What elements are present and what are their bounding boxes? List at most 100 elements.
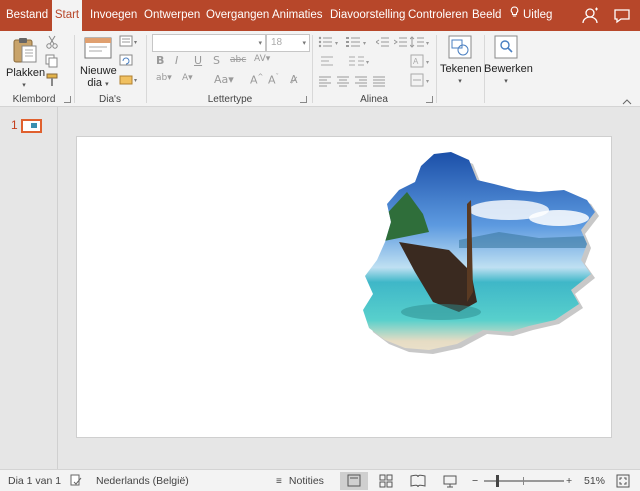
zoom-level[interactable]: 51% xyxy=(584,475,605,487)
format-painter-icon[interactable] xyxy=(45,73,59,92)
tell-me-label: Uitleg xyxy=(523,9,553,21)
slide-canvas[interactable] xyxy=(76,136,612,438)
increase-indent-icon[interactable] xyxy=(393,35,408,53)
align-right-icon[interactable] xyxy=(354,74,368,92)
normal-view-button[interactable] xyxy=(340,472,368,490)
columns-icon[interactable]: ▾ xyxy=(348,54,372,72)
beach-photo[interactable] xyxy=(359,152,599,362)
cut-icon[interactable] xyxy=(45,35,59,54)
italic-icon[interactable]: I xyxy=(175,54,178,67)
shadow-icon[interactable]: S xyxy=(213,54,220,67)
account-icon[interactable] xyxy=(580,6,600,26)
zoom-in-button[interactable]: + xyxy=(566,475,572,487)
fit-slide-icon[interactable] xyxy=(616,474,630,491)
zoom-slider-handle[interactable] xyxy=(496,475,499,487)
tell-me-box[interactable]: Uitleg xyxy=(510,0,552,31)
chevron-down-icon: ▾ xyxy=(504,78,508,85)
strikethrough-icon[interactable]: abc xyxy=(230,55,246,65)
group-label-clipboard: Klembord xyxy=(12,94,56,105)
align-left-icon[interactable] xyxy=(318,74,332,92)
svg-text:A: A xyxy=(413,57,419,66)
ribbon: Plakken ▾ Klembord Nieuwe dia ▾ ▾ ▾ Dia'… xyxy=(0,31,640,107)
svg-text:▾: ▾ xyxy=(366,60,369,66)
find-icon xyxy=(494,35,518,64)
layout-icon[interactable]: ▾ xyxy=(119,35,139,53)
clipboard-icon xyxy=(12,36,38,69)
text-direction-icon[interactable]: A ▾ xyxy=(410,54,432,73)
tab-file[interactable]: Bestand xyxy=(6,0,48,31)
sort-icon[interactable] xyxy=(320,54,334,72)
grow-font-icon[interactable]: A^ xyxy=(250,73,263,87)
chevron-down-icon: ▾ xyxy=(22,82,26,89)
new-slide-icon xyxy=(84,37,112,66)
tab-review[interactable]: Controleren xyxy=(408,0,468,31)
powerpoint-window: Bestand Start Invoegen Ontwerpen Overgan… xyxy=(0,0,640,491)
new-slide-label-2: dia ▾ xyxy=(87,77,109,89)
chevron-down-icon: ▾ xyxy=(458,78,462,85)
svg-text:▾: ▾ xyxy=(134,78,137,84)
paragraph-launcher-icon[interactable] xyxy=(426,96,433,103)
underline-icon[interactable]: U xyxy=(194,54,202,67)
font-name-combo[interactable]: ▾ xyxy=(152,34,266,52)
reset-slide-icon[interactable] xyxy=(119,54,139,72)
group-label-paragraph: Alinea xyxy=(360,94,388,105)
chevron-down-icon: ▾ xyxy=(258,40,262,47)
status-bar: Dia 1 van 1 Nederlands (België) ≡ Notiti… xyxy=(0,469,640,491)
line-spacing-icon[interactable]: ▾ xyxy=(409,35,432,53)
tab-insert[interactable]: Invoegen xyxy=(90,0,137,31)
font-color-small-icon[interactable]: A▾ xyxy=(182,73,193,83)
group-divider xyxy=(146,35,147,103)
slide-sorter-button[interactable] xyxy=(372,472,400,490)
svg-text:▾: ▾ xyxy=(426,79,429,85)
chevron-down-icon: ▾ xyxy=(302,40,306,47)
zoom-slider[interactable] xyxy=(484,475,564,487)
tab-slideshow[interactable]: Diavoorstelling xyxy=(330,0,405,31)
group-divider xyxy=(436,35,437,103)
font-size-combo[interactable]: 18 ▾ xyxy=(266,34,310,52)
char-spacing-icon[interactable]: AV▾ xyxy=(254,54,270,64)
bullets-icon[interactable]: ▾ xyxy=(318,35,344,53)
group-divider xyxy=(74,35,75,103)
slide-thumbnail-pane[interactable] xyxy=(0,107,58,469)
tab-home[interactable]: Start xyxy=(52,0,82,32)
slide-thumbnail[interactable] xyxy=(21,119,42,133)
font-launcher-icon[interactable] xyxy=(300,96,307,103)
new-slide-button[interactable]: Nieuwe dia ▾ xyxy=(80,34,117,92)
svg-text:▾: ▾ xyxy=(426,41,429,47)
ribbon-tab-bar: Bestand Start Invoegen Ontwerpen Overgan… xyxy=(0,0,640,32)
editing-button[interactable]: Bewerken ▾ xyxy=(484,33,533,91)
spellcheck-icon[interactable] xyxy=(70,474,82,491)
clear-formatting-icon[interactable]: A̷ xyxy=(290,73,298,86)
bold-icon[interactable]: B xyxy=(156,54,164,67)
drawing-button[interactable]: Tekenen ▾ xyxy=(440,33,482,91)
tab-view[interactable]: Beeld xyxy=(472,0,501,31)
tab-design[interactable]: Ontwerpen xyxy=(144,0,200,31)
change-case-icon[interactable]: Aa▾ xyxy=(214,73,234,86)
shrink-font-icon[interactable]: Aˇ xyxy=(268,73,279,87)
numbering-icon[interactable]: ▾ xyxy=(346,35,372,53)
clipboard-launcher-icon[interactable] xyxy=(64,96,71,103)
svg-text:▾: ▾ xyxy=(426,60,429,66)
align-text-icon[interactable]: ▾ xyxy=(410,73,432,92)
justify-icon[interactable] xyxy=(372,74,386,92)
language-status[interactable]: Nederlands (België) xyxy=(96,475,189,487)
zoom-out-button[interactable]: − xyxy=(472,475,478,487)
group-divider xyxy=(312,35,313,103)
comment-icon[interactable] xyxy=(612,6,632,26)
group-label-font: Lettertype xyxy=(207,94,253,105)
align-center-icon[interactable] xyxy=(336,74,350,92)
notes-label: Notities xyxy=(288,475,324,487)
lightbulb-icon xyxy=(510,0,519,31)
tab-animations[interactable]: Animaties xyxy=(272,0,323,31)
tab-transitions[interactable]: Overgangen xyxy=(206,0,269,31)
decrease-indent-icon[interactable] xyxy=(375,35,390,53)
copy-icon[interactable] xyxy=(45,54,59,73)
collapse-ribbon-icon[interactable] xyxy=(622,93,632,111)
notes-button[interactable]: ≡ Notities xyxy=(276,475,324,487)
paste-button[interactable]: Plakken ▾ xyxy=(6,34,45,92)
slideshow-view-button[interactable] xyxy=(436,472,464,490)
slide-count-status: Dia 1 van 1 xyxy=(8,475,62,487)
text-effects-icon[interactable]: ab▾ xyxy=(156,73,172,83)
section-icon[interactable]: ▾ xyxy=(119,73,139,91)
reading-view-button[interactable] xyxy=(404,472,432,490)
